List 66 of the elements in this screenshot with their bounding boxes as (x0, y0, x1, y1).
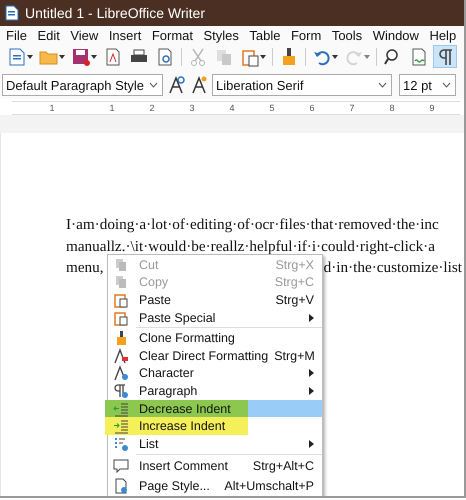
document-text: I·am·doing·a·lot·of·editing·of·ocr·files·that·removed·the·inc (66, 216, 439, 235)
menu-item[interactable]: Tools (332, 28, 362, 42)
menu-item[interactable]: Format (152, 28, 193, 42)
ruler-number: 8 (388, 103, 396, 113)
menu-item[interactable]: Page Style... Alt+Umschalt+P (108, 476, 322, 496)
decrease-indent-icon (113, 400, 129, 417)
ruler-number: 2 (148, 103, 156, 113)
dropdown-arrow-icon (332, 54, 338, 58)
menu-item[interactable]: Paste Strg+V (108, 291, 322, 309)
paragraph-icon (113, 382, 129, 399)
dropdown-arrow-icon (91, 54, 97, 58)
submenu-arrow-icon (309, 386, 314, 395)
ruler-number: 6 (308, 103, 316, 113)
menu-item[interactable]: Decrease Indent (108, 400, 322, 418)
font-size-dropdown[interactable]: 12 pt (399, 74, 456, 96)
menu-item[interactable]: Insert (108, 28, 142, 42)
save-icon (71, 46, 91, 66)
dropdown-arrow-icon (364, 54, 370, 58)
dropdown-arrow-icon (27, 54, 33, 58)
chevron-icon (149, 82, 158, 88)
list-icon (113, 436, 129, 452)
ruler-number: 7 (348, 103, 356, 113)
increase-indent-icon (113, 418, 129, 434)
menu-item[interactable]: Paragraph (108, 382, 322, 400)
document-text: menu, (66, 259, 104, 278)
menu-item[interactable]: Styles (204, 28, 239, 42)
menu-item[interactable]: Clear Direct Formatting Strg+M (108, 346, 322, 365)
clipboard-icon (113, 292, 129, 308)
font-name-dropdown[interactable]: Liberation Serif (212, 74, 392, 96)
ruler-number: 3 (188, 103, 196, 113)
menu-item[interactable]: Paste Special (108, 308, 322, 326)
comment-icon (113, 458, 129, 474)
paragraph-style-dropdown[interactable]: Default Paragraph Style (2, 74, 163, 96)
submenu-arrow-icon (309, 440, 314, 448)
pilcrow-button[interactable] (433, 45, 457, 68)
ruler-number: 4 (228, 103, 236, 113)
menu-item[interactable]: List (108, 434, 322, 453)
menu-item[interactable]: Edit (37, 28, 60, 42)
chevron-icon (378, 82, 387, 88)
ruler-number: 5 (268, 103, 276, 113)
character-icon (113, 365, 129, 382)
ruler-number: 1 (48, 103, 56, 113)
chevron-icon (442, 82, 451, 88)
document-text: d·in·the·customize·list (324, 259, 462, 278)
copy-icon (113, 274, 129, 290)
menu-item[interactable]: Table (249, 28, 280, 42)
submenu-arrow-icon (309, 369, 314, 378)
ruler-number: 9 (428, 103, 436, 113)
dropdown-arrow-icon (59, 54, 65, 58)
menu-item[interactable]: File (6, 28, 27, 42)
menu-item[interactable]: Help (429, 28, 456, 42)
window-title: Untitled 1 - LibreOffice Writer (25, 5, 205, 21)
menu-item[interactable]: Character (108, 364, 322, 382)
menu-item[interactable]: Insert Comment Strg+Alt+C (108, 456, 322, 476)
new-document-icon (7, 46, 27, 66)
menu-item[interactable]: Form (290, 28, 322, 42)
dropdown-arrow-icon (260, 54, 266, 58)
clipboard-icon (113, 310, 129, 326)
menu-item[interactable]: Clone Formatting (108, 329, 322, 347)
submenu-arrow-icon (309, 314, 314, 322)
document-icon (5, 5, 19, 21)
document-text: manuallz.·\it·would·be·reallz·helpful·if·i·could·right-click·a (66, 238, 435, 256)
menu-item[interactable]: View (70, 28, 98, 42)
ruler-number: 1 (108, 103, 116, 113)
menu-item[interactable]: Window (372, 28, 419, 42)
menu-item[interactable]: Increase Indent (108, 417, 322, 435)
